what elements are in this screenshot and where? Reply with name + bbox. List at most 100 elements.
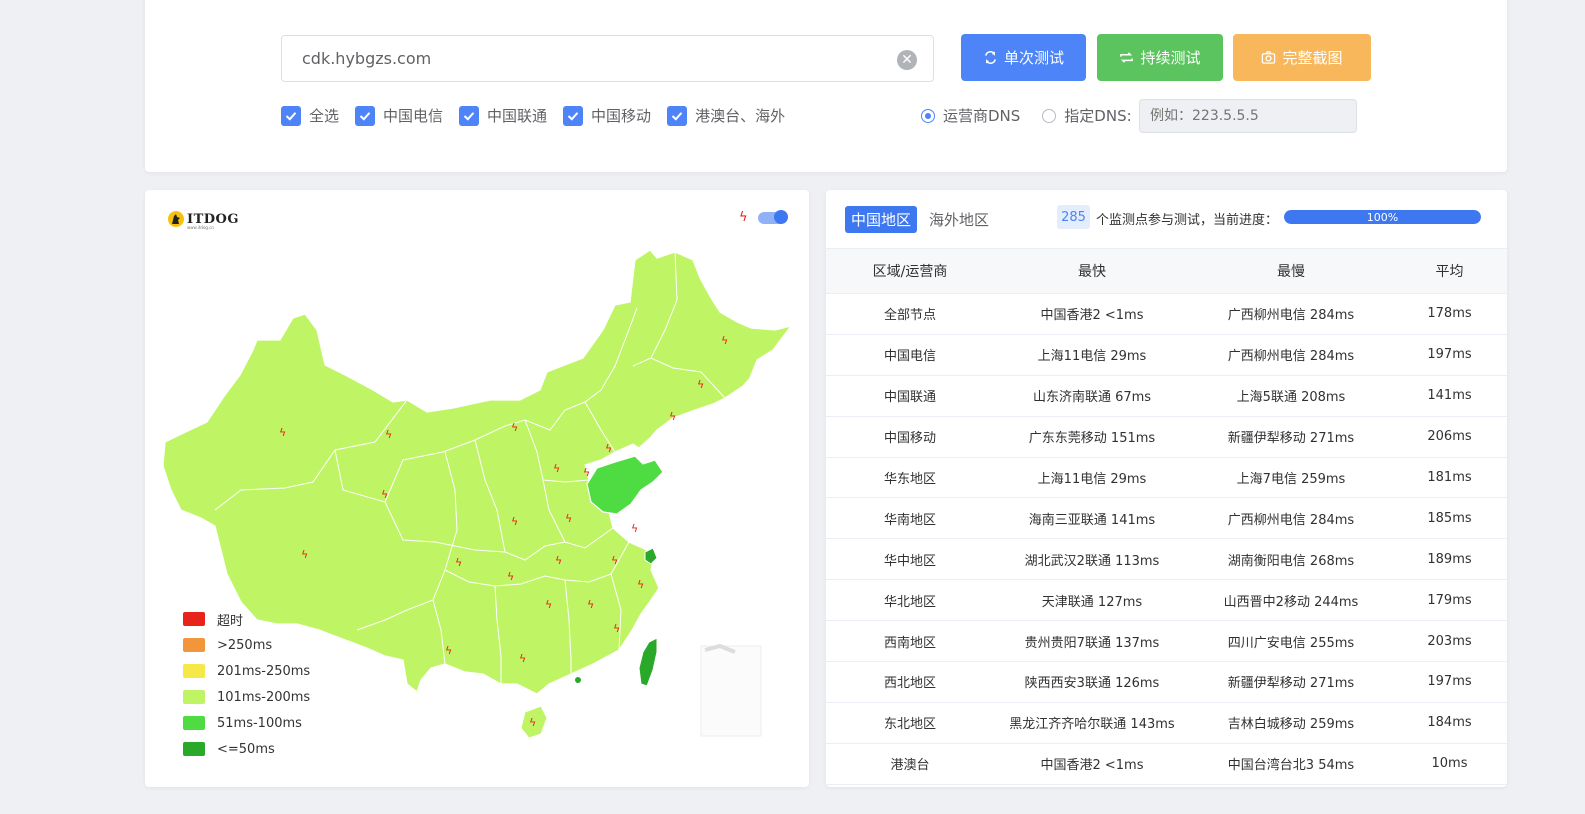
- table-cell: 广西柳州电信 284ms: [1190, 334, 1392, 376]
- table-cell: 上海11电信 29ms: [994, 457, 1190, 499]
- table-cell: 179ms: [1392, 579, 1507, 622]
- table-cell: 华东地区: [826, 457, 994, 499]
- legend-label: 超时: [217, 613, 244, 629]
- filter-all[interactable]: 全选: [281, 105, 339, 126]
- progress-bar: 100%: [1284, 210, 1481, 224]
- domain-input[interactable]: [302, 49, 872, 68]
- custom-dns-radio[interactable]: 指定DNS:: [1042, 105, 1132, 126]
- legend-item: 超时: [183, 606, 310, 632]
- bolt-icon: ϟ: [637, 578, 644, 591]
- bolt-icon: ϟ: [669, 410, 676, 423]
- table-cell: 山西晋中2移动 244ms: [1190, 579, 1392, 622]
- table-cell: 西南地区: [826, 620, 994, 663]
- bolt-icon: ϟ: [613, 622, 620, 635]
- legend-item: <=50ms: [183, 736, 310, 762]
- table-cell: 四川广安电信 255ms: [1190, 620, 1392, 663]
- table-cell: 黑龙江齐齐哈尔联通 143ms: [994, 702, 1190, 744]
- legend-label: >250ms: [217, 637, 273, 653]
- bolt-icon: ϟ: [565, 512, 572, 525]
- checkbox-icon[interactable]: [667, 105, 688, 126]
- legend-swatch: [183, 638, 205, 652]
- dns-options: 运营商DNS 指定DNS:: [921, 105, 1132, 126]
- table-cell: 陕西西安3联通 126ms: [994, 661, 1190, 703]
- legend-item: 51ms-100ms: [183, 710, 310, 736]
- table-cell: 上海7电信 259ms: [1190, 457, 1392, 499]
- bolt-icon: ϟ: [553, 462, 560, 475]
- table-cell: 全部节点: [826, 293, 994, 335]
- checkbox-icon[interactable]: [563, 105, 584, 126]
- results-table: 区域/运营商 最快 最慢 平均 全部节点 中国香港2 <1ms 广西柳州电信 284…: [826, 248, 1507, 785]
- single-test-button[interactable]: 单次测试: [961, 34, 1086, 81]
- table-cell: 10ms: [1392, 743, 1507, 785]
- legend-swatch: [183, 742, 205, 756]
- radio-icon[interactable]: [1042, 108, 1057, 123]
- full-screenshot-button[interactable]: 完整截图: [1233, 34, 1371, 81]
- marker-toggle[interactable]: [757, 209, 788, 224]
- itdog-logo: ITDOG www.itdog.cn: [167, 210, 239, 230]
- continuous-test-button[interactable]: 持续测试: [1097, 34, 1223, 81]
- marker-toggle-area: ϟ: [739, 209, 788, 225]
- domain-input-box[interactable]: ✕: [281, 35, 934, 82]
- column-header: 最慢: [1190, 248, 1392, 294]
- table-cell: 港澳台: [826, 743, 994, 785]
- tab-overseas[interactable]: 海外地区: [923, 206, 995, 233]
- full-screenshot-label: 完整截图: [1282, 49, 1343, 67]
- table-cell: 吉林白城移动 259ms: [1190, 702, 1392, 744]
- tab-china[interactable]: 中国地区: [845, 206, 918, 233]
- bolt-icon: ϟ: [605, 442, 612, 455]
- refresh-icon: [985, 51, 996, 64]
- south-china-sea-inset: [700, 645, 762, 737]
- filter-overseas[interactable]: 港澳台、海外: [667, 105, 785, 126]
- filter-label: 中国移动: [591, 107, 652, 125]
- map-legend: 超时 >250ms 201ms-250ms 101ms-200ms 51ms-1…: [183, 606, 310, 762]
- table-cell: 中国联通: [826, 375, 994, 417]
- table-cell: 湖南衡阳电信 268ms: [1190, 538, 1392, 581]
- bolt-icon: ϟ: [631, 522, 638, 535]
- test-panel: ✕ 单次测试 持续测试 完整截图 全选 中国电信 中国联通 中国移动 港澳台、海…: [145, 0, 1507, 172]
- table-cell: 广西柳州电信 284ms: [1190, 497, 1392, 540]
- radio-icon[interactable]: [921, 108, 935, 123]
- table-cell: 中国香港2 <1ms: [994, 293, 1190, 335]
- checkbox-icon[interactable]: [459, 105, 480, 126]
- single-test-label: 单次测试: [1003, 49, 1064, 67]
- checkbox-icon[interactable]: [281, 105, 301, 126]
- filter-mobile[interactable]: 中国移动: [563, 105, 651, 126]
- legend-label: 101ms-200ms: [217, 689, 311, 705]
- latency-map: ϟ ϟ ϟ ϟ ϟ ϟ ϟ ϟ ϟ ϟ ϟ ϟ ϟ ϟ ϟ ϟ ϟ ϟ ϟ ϟ …: [145, 190, 809, 787]
- isp-dns-radio[interactable]: 运营商DNS: [921, 105, 1020, 126]
- table-cell: 贵州贵阳7联通 137ms: [994, 620, 1190, 663]
- bolt-icon: ϟ: [583, 466, 590, 479]
- table-row: 华北地区 天津联通 127ms 山西晋中2移动 244ms 179ms: [826, 579, 1507, 622]
- legend-swatch: [183, 716, 205, 730]
- table-row: 西北地区 陕西西安3联通 126ms 新疆伊犁移动 271ms 197ms: [826, 661, 1507, 703]
- legend-item: 101ms-200ms: [183, 684, 310, 710]
- region-tabs: 中国地区 海外地区: [845, 206, 995, 233]
- close-circle-icon[interactable]: ✕: [897, 50, 917, 70]
- table-row: 中国移动 广东东莞移动 151ms 新疆伊犁移动 271ms 206ms: [826, 416, 1507, 458]
- legend-swatch: [183, 664, 205, 678]
- custom-dns-input[interactable]: [1139, 99, 1357, 133]
- table-cell: 新疆伊犁移动 271ms: [1190, 661, 1392, 703]
- table-cell: 141ms: [1392, 375, 1507, 417]
- column-header: 最快: [994, 248, 1190, 294]
- results-panel: 中国地区 海外地区 285 个监测点参与测试，当前进度： 100% 区域/运营商…: [826, 190, 1507, 787]
- table-cell: 中国台湾台北3 54ms: [1190, 743, 1392, 785]
- legend-item: 201ms-250ms: [183, 658, 310, 684]
- table-cell: 178ms: [1392, 293, 1507, 335]
- bolt-icon: ϟ: [301, 548, 308, 561]
- filter-unicom[interactable]: 中国联通: [459, 105, 547, 126]
- filter-telecom[interactable]: 中国电信: [355, 105, 443, 126]
- table-cell: 197ms: [1392, 334, 1507, 376]
- table-cell: 中国电信: [826, 334, 994, 376]
- table-cell: 华中地区: [826, 538, 994, 581]
- bolt-icon: ϟ: [511, 421, 518, 434]
- table-row: 中国电信 上海11电信 29ms 广西柳州电信 284ms 197ms: [826, 334, 1507, 376]
- dog-logo-icon: [168, 211, 184, 227]
- table-cell: 上海5联通 208ms: [1190, 375, 1392, 417]
- table-cell: 189ms: [1392, 538, 1507, 581]
- checkbox-icon[interactable]: [355, 105, 376, 126]
- table-cell: 天津联通 127ms: [994, 579, 1190, 622]
- table-cell: 东北地区: [826, 702, 994, 744]
- legend-swatch: [183, 612, 205, 626]
- bolt-icon: ϟ: [507, 570, 514, 583]
